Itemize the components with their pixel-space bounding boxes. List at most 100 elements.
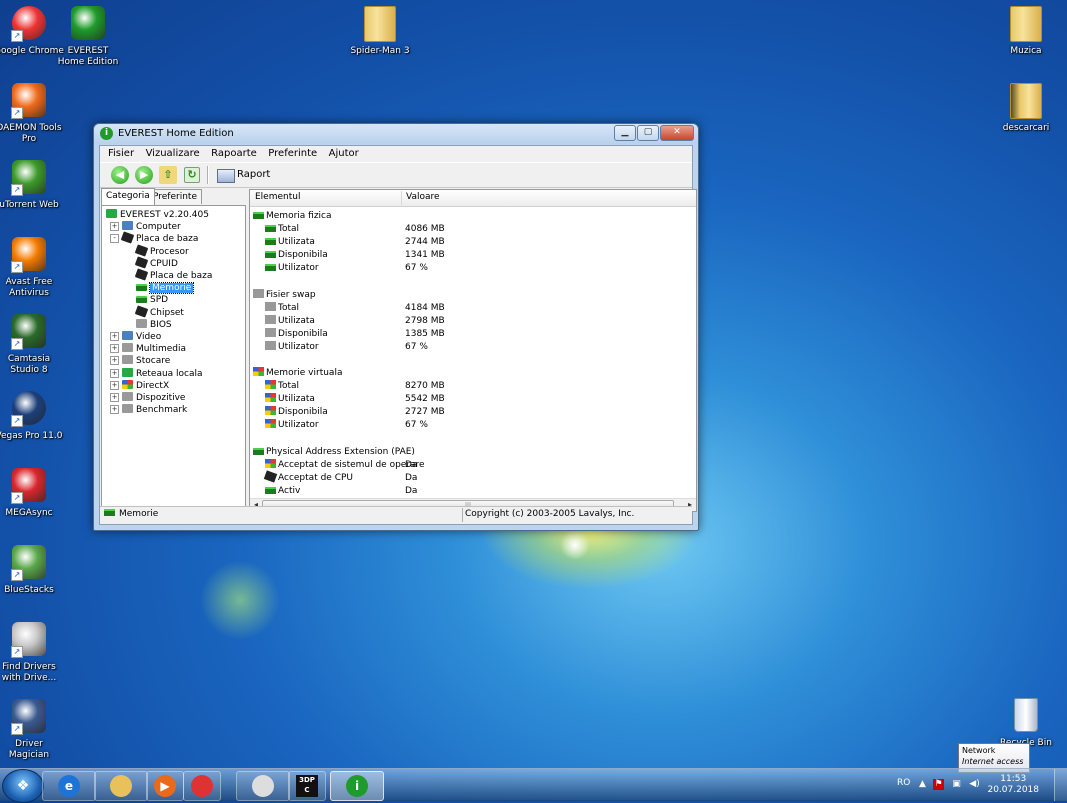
desktop-icon-recycle-bin[interactable]: Recycle Bin [991, 698, 1061, 749]
everest-window[interactable]: i EVEREST Home Edition ▁ ▢ ✕ Fisier Vizu… [93, 123, 699, 531]
menu-fisier[interactable]: Fisier [104, 146, 138, 161]
volume-icon[interactable]: ◀) [969, 779, 980, 790]
list-item[interactable]: Total 4086 MB [265, 223, 685, 236]
category-tree[interactable]: EVEREST v2.20.405 + Computer - Placa de baza… [101, 205, 246, 512]
list-item[interactable]: Utilizator 67 % [265, 262, 685, 275]
tree-node-cpuid[interactable]: CPUID [134, 256, 178, 270]
network-icon[interactable]: ▣ [951, 779, 962, 790]
list-item[interactable]: Disponibila 1385 MB [265, 327, 685, 341]
list-item[interactable]: Disponibila 1341 MB [265, 249, 685, 262]
tree-node-chipset[interactable]: Chipset [134, 304, 184, 319]
desktop-icon-vegas[interactable]: ↗ Vegas Pro 11.0 [0, 391, 64, 442]
desktop-icon-mega[interactable]: ↗ MEGAsync [0, 468, 64, 519]
list-item[interactable]: Acceptat de sistemul de operare Da [265, 458, 685, 472]
desktop-icon-muzica[interactable]: Muzica [991, 6, 1061, 57]
section-header[interactable]: Memoria fizica [253, 210, 332, 223]
everest-icon [106, 209, 117, 218]
list-item[interactable]: Total 8270 MB [265, 380, 685, 393]
taskbar-button-internet-explorer[interactable]: e [42, 771, 96, 801]
tab-categoria[interactable]: Categoria [101, 188, 155, 205]
close-button[interactable]: ✕ [660, 125, 694, 141]
column-header-valoare[interactable]: Valoare [406, 192, 440, 202]
list-item[interactable]: Utilizator 67 % [265, 340, 685, 354]
list-item[interactable]: Utilizator 67 % [265, 419, 685, 432]
section-header[interactable]: Physical Address Extension (PAE) [253, 446, 415, 459]
taskbar-button-file-explorer[interactable] [94, 771, 148, 801]
tree-node-video[interactable]: + Video [110, 331, 161, 343]
menu-preferinte[interactable]: Preferinte [264, 146, 321, 161]
taskbar-button-media-player[interactable]: ▶ [146, 771, 184, 801]
show-hidden-icons-icon[interactable]: ▲ [917, 779, 928, 790]
show-desktop-button[interactable] [1054, 769, 1067, 801]
tree-node-benchmark[interactable]: + Benchmark [110, 404, 187, 416]
action-center-flag-icon[interactable]: ⚑ [933, 779, 944, 790]
desktop-icon-descarcari[interactable]: descarcari [991, 83, 1061, 134]
taskbar-button-chrome[interactable] [183, 771, 221, 801]
expand-icon[interactable]: + [110, 380, 119, 390]
list-item[interactable]: Utilizata 2798 MB [265, 314, 685, 328]
expand-icon[interactable]: + [110, 405, 119, 415]
taskbar-button-3dp-chip[interactable]: 3DP C [288, 771, 326, 801]
desktop-icon-find-drivers[interactable]: ↗ Find Drivers with Drive... [0, 622, 64, 684]
menu-vizualizare[interactable]: Vizualizare [142, 146, 204, 161]
maximize-button[interactable]: ▢ [637, 125, 659, 141]
expand-icon[interactable]: + [110, 222, 119, 232]
clock[interactable]: 11:53 20.07.2018 [987, 774, 1039, 796]
desktop-icon-camtasia[interactable]: ↗ Camtasia Studio 8 [0, 314, 64, 376]
taskbar-button-everest[interactable]: i [330, 771, 384, 801]
desktop-icon-driver-magician[interactable]: ↗ Driver Magician [0, 699, 64, 761]
section-header[interactable]: Memorie virtuala [253, 367, 342, 380]
report-button[interactable]: Raport [215, 166, 274, 184]
desktop-icon-bluestacks[interactable]: ↗ BlueStacks [0, 545, 64, 596]
expand-icon[interactable]: + [110, 344, 119, 354]
tab-strip: Categoria Preferinte [101, 188, 244, 205]
list-item[interactable]: Acceptat de CPU Da [263, 469, 685, 485]
details-list[interactable]: Elementul Valoare Memoria fizica Total 408… [249, 189, 697, 512]
windows-start-orb-icon[interactable]: ❖ [2, 769, 44, 803]
up-button[interactable]: ⇧ [159, 166, 177, 184]
taskbar-button-paint[interactable] [236, 771, 290, 801]
desktop-icon-label: Muzica [1010, 46, 1042, 56]
tree-node-bios[interactable]: BIOS [136, 318, 172, 331]
minimize-button[interactable]: ▁ [614, 125, 636, 141]
list-item[interactable]: Utilizata 2744 MB [265, 236, 685, 249]
tree-node-computer[interactable]: + Computer [110, 221, 181, 233]
list-item-value: 4086 MB [405, 224, 445, 234]
desktop-icon-spider-man-3[interactable]: Spider-Man 3 [345, 6, 415, 57]
column-header-elementul[interactable]: Elementul [255, 192, 300, 202]
menu-ajutor[interactable]: Ajutor [325, 146, 363, 161]
section-header[interactable]: Fisier swap [253, 288, 316, 302]
desktop-icon-avast[interactable]: ↗ Avast Free Antivirus [0, 237, 64, 299]
back-button[interactable]: ◀ [111, 166, 129, 184]
list-item[interactable]: Total 4184 MB [265, 301, 685, 315]
tree-node-placa-de-baza[interactable]: - Placa de baza [110, 231, 198, 245]
tree-node-spd[interactable]: SPD [136, 294, 168, 306]
forward-button[interactable]: ▶ [135, 166, 153, 184]
list-item[interactable]: Utilizata 5542 MB [265, 393, 685, 406]
tree-node-multimedia[interactable]: + Multimedia [110, 343, 186, 355]
desktop-icon-utorrent[interactable]: ↗ uTorrent Web [0, 160, 64, 211]
tree-node-procesor[interactable]: Procesor [134, 243, 189, 258]
menu-rapoarte[interactable]: Rapoarte [207, 146, 261, 161]
tree-node-reteaua-locala[interactable]: + Reteaua locala [110, 367, 203, 380]
desktop-icon-everest[interactable]: EVEREST Home Edition [53, 6, 123, 68]
list-item-label: Utilizator [278, 263, 319, 273]
expand-icon[interactable]: + [110, 332, 119, 341]
collapse-icon[interactable]: - [110, 234, 119, 244]
refresh-button[interactable]: ↻ [184, 167, 200, 183]
tree-node-dispozitive[interactable]: + Dispozitive [110, 392, 185, 404]
tab-preferinte[interactable]: Preferinte [148, 189, 202, 204]
expand-icon[interactable]: + [110, 356, 119, 366]
list-item[interactable]: Disponibila 2727 MB [265, 406, 685, 419]
language-indicator[interactable]: RO [897, 778, 910, 788]
window-titlebar[interactable]: i EVEREST Home Edition ▁ ▢ ✕ [94, 124, 698, 144]
tree-node-placa-de-baza[interactable]: Placa de baza [134, 268, 212, 282]
tree-node-stocare[interactable]: + Stocare [110, 355, 170, 367]
tree-node-everest-v2-20-405[interactable]: EVEREST v2.20.405 [106, 209, 209, 221]
tree-node-memorie[interactable]: Memorie [136, 282, 195, 295]
expand-icon[interactable]: + [110, 393, 119, 402]
list-item[interactable]: Activ Da [265, 485, 685, 498]
desktop-icon-daemon-tools[interactable]: ↗ DAEMON Tools Pro [0, 83, 64, 145]
tree-node-directx[interactable]: + DirectX [110, 379, 169, 392]
expand-icon[interactable]: + [110, 368, 119, 378]
